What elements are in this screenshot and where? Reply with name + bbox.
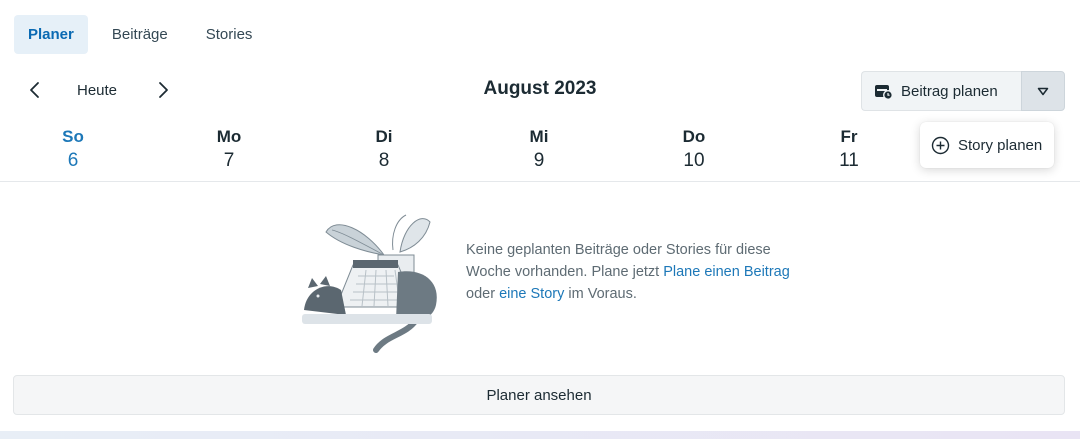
empty-state-text-3: im Voraus. (564, 286, 637, 302)
day-number: 8 (378, 150, 390, 171)
day-column[interactable]: Mi 9 (499, 126, 579, 173)
bottom-edge (0, 431, 1080, 439)
day-name: Fr (840, 127, 858, 146)
plan-story-link[interactable]: eine Story (499, 286, 564, 302)
tab-planer[interactable]: Planer (14, 15, 88, 54)
tab-stories[interactable]: Stories (192, 15, 267, 54)
cat-calendar-illustration (302, 214, 437, 353)
day-column[interactable]: Mo 7 (189, 126, 269, 173)
day-column[interactable]: Fr 11 (809, 126, 889, 173)
day-name: Mi (529, 127, 549, 146)
day-number: 10 (683, 150, 705, 171)
calendar-clock-icon (875, 84, 893, 100)
day-column[interactable]: Di 8 (344, 126, 424, 173)
schedule-post-label: Beitrag planen (901, 82, 998, 100)
day-column[interactable]: Do 10 (654, 126, 734, 173)
plan-post-link[interactable]: Plane einen Beitrag (663, 264, 790, 280)
day-name: So (62, 127, 84, 146)
empty-state-text-2: oder (466, 286, 500, 302)
day-name: Di (375, 127, 393, 146)
day-column[interactable]: So 6 (33, 126, 113, 173)
tab-bar: Planer Beiträge Stories (14, 15, 266, 54)
day-number: 6 (67, 150, 79, 171)
day-number: 7 (223, 150, 235, 171)
week-header: So 6 Mo 7 Di 8 Mi 9 Do 10 Fr 11 (0, 126, 1080, 182)
day-name: Do (682, 127, 706, 146)
schedule-post-button[interactable]: Beitrag planen (861, 71, 1021, 111)
view-planner-button[interactable]: Planer ansehen (13, 375, 1065, 415)
day-name: Mo (216, 127, 242, 146)
schedule-dropdown-toggle[interactable] (1021, 71, 1065, 111)
day-number: 9 (533, 150, 545, 171)
tab-beitraege[interactable]: Beiträge (98, 15, 182, 54)
week-divider (0, 181, 1080, 182)
empty-state-message: Keine geplanten Beiträge oder Stories fü… (466, 239, 796, 305)
schedule-post-split-button: Beitrag planen (861, 71, 1065, 111)
day-number: 11 (839, 150, 859, 171)
triangle-down-icon (1037, 87, 1049, 95)
